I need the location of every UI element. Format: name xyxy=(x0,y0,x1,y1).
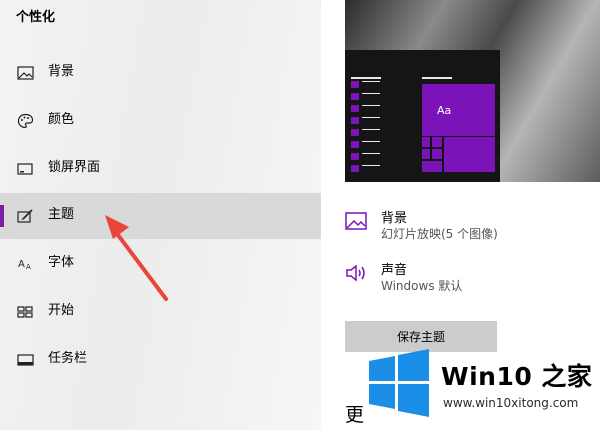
setting-title: 声音 xyxy=(381,263,408,278)
speaker-icon xyxy=(346,264,365,282)
watermark-url: www.win10xitong.com xyxy=(443,396,579,410)
preview-tile-large: Aa xyxy=(422,84,495,136)
preview-app-list xyxy=(351,81,359,173)
picture-icon xyxy=(345,212,367,230)
sidebar-item-label: 颜色 xyxy=(48,112,75,127)
setting-title: 背景 xyxy=(381,211,408,226)
sidebar-item-taskbar[interactable]: 任务栏 xyxy=(0,337,321,383)
preview-tile xyxy=(422,149,430,159)
preview-app-lines xyxy=(362,81,380,173)
preview-tile xyxy=(422,137,430,147)
preview-tile xyxy=(444,137,495,172)
setting-value: 幻灯片放映(5 个图像) xyxy=(381,227,498,241)
picture-icon xyxy=(17,66,34,80)
setting-value: Windows 默认 xyxy=(381,279,463,293)
preview-tile xyxy=(422,161,442,172)
theme-brush-icon xyxy=(17,209,33,223)
page-title: 个性化 xyxy=(16,10,56,25)
sidebar-item-label: 背景 xyxy=(48,64,75,79)
sidebar-item-label: 锁屏界面 xyxy=(48,160,101,175)
sidebar-item-colors[interactable]: 颜色 xyxy=(0,98,321,144)
sidebar-item-label: 任务栏 xyxy=(48,351,88,366)
sidebar-item-lock-screen[interactable]: 锁屏界面 xyxy=(0,146,321,192)
sidebar-item-label: 主题 xyxy=(48,207,75,222)
annotation-arrow xyxy=(105,215,168,301)
sidebar-item-label: 开始 xyxy=(48,303,75,318)
selection-indicator xyxy=(0,205,4,227)
sidebar-item-label: 字体 xyxy=(48,255,75,270)
preview-tile xyxy=(432,137,442,147)
font-icon: A A xyxy=(18,259,31,271)
palette-icon xyxy=(17,113,34,129)
watermark-title: Win10 之家 xyxy=(441,362,593,391)
theme-preview: Aa xyxy=(345,0,600,182)
preview-tile xyxy=(432,149,442,159)
lock-screen-icon xyxy=(17,163,33,175)
more-themes-heading: 更 xyxy=(345,404,365,426)
svg-text:A: A xyxy=(18,259,25,270)
sidebar-item-background[interactable]: 背景 xyxy=(0,50,321,96)
start-icon xyxy=(17,306,33,318)
svg-text:A: A xyxy=(26,263,31,271)
windows-logo-icon xyxy=(369,349,429,417)
taskbar-icon xyxy=(17,354,34,366)
